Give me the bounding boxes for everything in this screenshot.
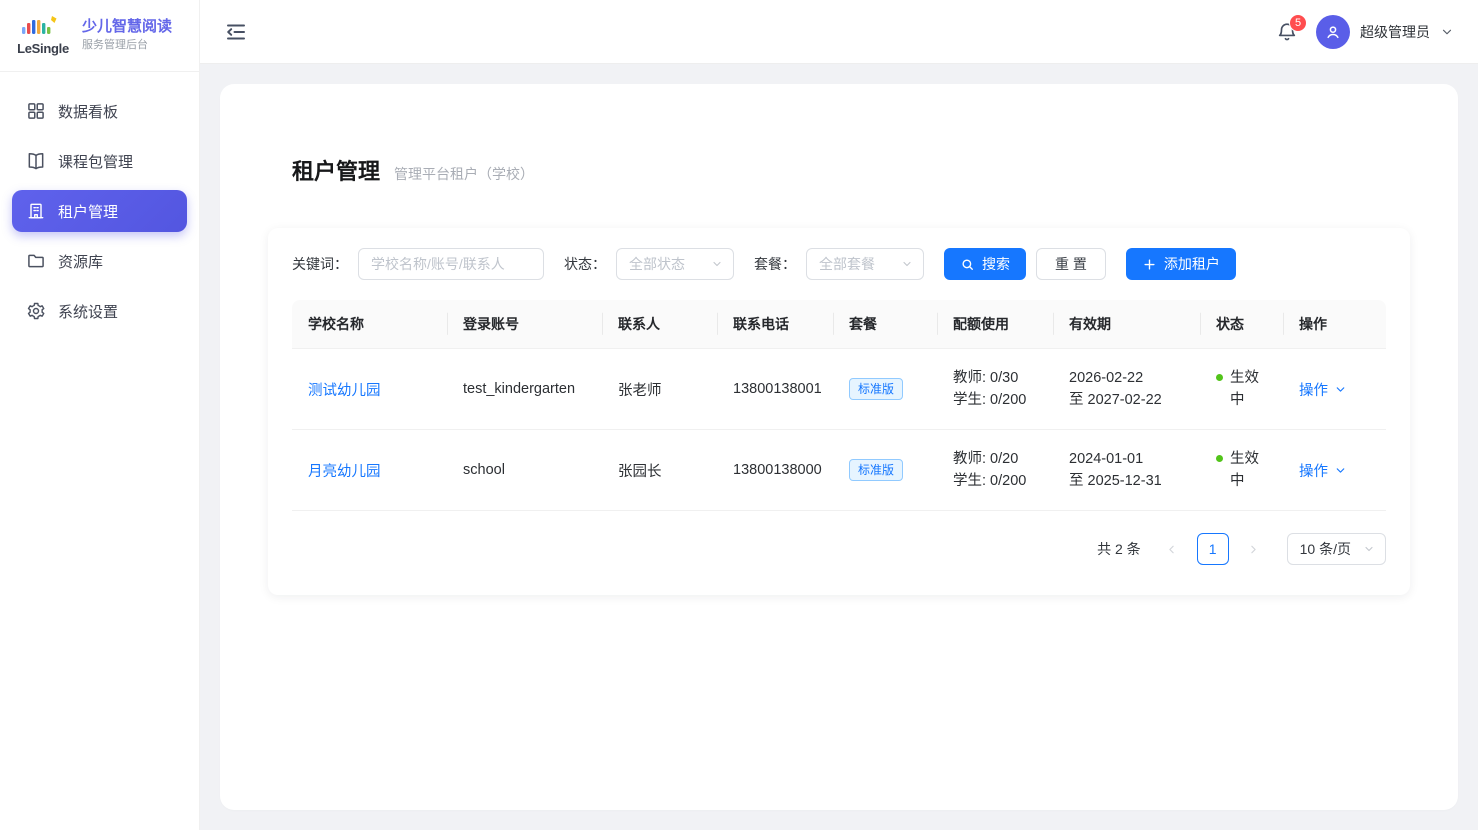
main-content: 租户管理 管理平台租户（学校） 关键词： 状态： 全部状态 套餐： [200, 64, 1478, 830]
quota-cell: 教师: 0/30 学生: 0/200 [937, 349, 1053, 430]
sidebar-item-label: 课程包管理 [58, 151, 133, 172]
table-row: 月亮幼儿园 school 张园长 13800138000 标准版 教师: 0/2… [292, 430, 1386, 511]
avatar [1316, 15, 1350, 49]
chevron-down-icon [1334, 464, 1347, 477]
contact-cell: 张园长 [602, 430, 717, 511]
phone-cell: 13800138001 [717, 349, 833, 430]
col-quota: 配额使用 [937, 300, 1053, 349]
col-school-name: 学校名称 [292, 300, 447, 349]
sidebar-item-label: 数据看板 [58, 101, 118, 122]
sidebar-item-tenants[interactable]: 租户管理 [12, 190, 187, 232]
chevron-down-icon [711, 258, 723, 270]
status-cell: 生效中 [1200, 430, 1283, 511]
pagination-total: 共 2 条 [1097, 539, 1141, 559]
sidebar-item-dashboard[interactable]: 数据看板 [12, 90, 187, 132]
quota-cell: 教师: 0/20 学生: 0/200 [937, 430, 1053, 511]
pagination-next-icon[interactable] [1239, 534, 1269, 564]
chevron-down-icon [901, 258, 913, 270]
plan-label: 套餐： [754, 254, 796, 274]
status-select[interactable]: 全部状态 [616, 248, 734, 280]
row-actions-dropdown[interactable]: 操作 [1299, 379, 1347, 400]
brand-block: LeSingle 少儿智慧阅读 服务管理后台 [0, 0, 199, 72]
page-subtitle: 管理平台租户（学校） [394, 164, 534, 184]
page-size-value: 10 条/页 [1300, 539, 1351, 559]
page-size-select[interactable]: 10 条/页 [1287, 533, 1386, 565]
reset-button[interactable]: 重 置 [1036, 248, 1106, 280]
plan-select[interactable]: 全部套餐 [806, 248, 924, 280]
status-dot [1216, 374, 1223, 381]
plan-select-value: 全部套餐 [819, 254, 875, 274]
col-actions: 操作 [1283, 300, 1386, 349]
col-login-account: 登录账号 [447, 300, 602, 349]
tenant-table: 学校名称 登录账号 联系人 联系电话 套餐 配额使用 有效期 状态 操作 [292, 300, 1386, 511]
brand-title: 少儿智慧阅读 [82, 18, 172, 37]
sidebar-menu: 数据看板 课程包管理 租户管理 [0, 72, 199, 350]
dashboard-icon [26, 101, 46, 121]
page-card: 租户管理 管理平台租户（学校） 关键词： 状态： 全部状态 套餐： [220, 84, 1458, 810]
keyword-input[interactable] [358, 248, 544, 280]
resource-folder-icon [26, 251, 46, 271]
filter-bar: 关键词： 状态： 全部状态 套餐： 全部套餐 [292, 248, 1386, 280]
table-header-row: 学校名称 登录账号 联系人 联系电话 套餐 配额使用 有效期 状态 操作 [292, 300, 1386, 349]
status-label: 状态： [564, 254, 606, 274]
sidebar-item-course-packages[interactable]: 课程包管理 [12, 140, 187, 182]
top-header: 5 超级管理员 [200, 0, 1478, 64]
status-dot [1216, 455, 1223, 462]
col-contact: 联系人 [602, 300, 717, 349]
col-plan: 套餐 [833, 300, 937, 349]
menu-fold-icon[interactable] [224, 20, 248, 44]
validity-cell: 2024-01-01 至 2025-12-31 [1053, 430, 1200, 511]
brand-subtitle: 服务管理后台 [82, 39, 172, 53]
row-actions-dropdown[interactable]: 操作 [1299, 460, 1347, 481]
page-title: 租户管理 [292, 154, 380, 186]
chevron-down-icon [1334, 383, 1347, 396]
pagination: 共 2 条 1 10 条/页 [292, 511, 1386, 579]
status-select-value: 全部状态 [629, 254, 685, 274]
account-cell: test_kindergarten [447, 349, 602, 430]
notification-bell-icon[interactable]: 5 [1276, 21, 1298, 43]
status-badge: 生效中 [1230, 448, 1262, 492]
status-badge: 生效中 [1230, 367, 1262, 411]
user-name: 超级管理员 [1360, 22, 1430, 42]
search-button[interactable]: 搜索 [944, 248, 1026, 280]
tenant-building-icon [26, 201, 46, 221]
pagination-page-1[interactable]: 1 [1197, 533, 1229, 565]
col-validity: 有效期 [1053, 300, 1200, 349]
contact-cell: 张老师 [602, 349, 717, 430]
tenant-panel: 关键词： 状态： 全部状态 套餐： 全部套餐 [268, 228, 1410, 595]
keyword-label: 关键词： [292, 254, 348, 274]
phone-cell: 13800138000 [717, 430, 833, 511]
sidebar-item-label: 资源库 [58, 251, 103, 272]
settings-gear-icon [26, 301, 46, 321]
chevron-down-icon [1363, 543, 1375, 555]
plus-icon [1142, 257, 1157, 272]
sidebar-item-settings[interactable]: 系统设置 [12, 290, 187, 332]
search-icon [960, 257, 975, 272]
col-status: 状态 [1200, 300, 1283, 349]
lesingle-bars-logo: LeSingle [14, 15, 72, 56]
tenant-table-wrap: 学校名称 登录账号 联系人 联系电话 套餐 配额使用 有效期 状态 操作 [292, 300, 1386, 579]
validity-cell: 2026-02-22 至 2027-02-22 [1053, 349, 1200, 430]
sidebar-item-label: 系统设置 [58, 301, 118, 322]
school-name-link[interactable]: 测试幼儿园 [308, 383, 381, 399]
account-cell: school [447, 430, 602, 511]
sidebar-item-label: 租户管理 [58, 201, 118, 222]
chevron-down-icon [1440, 25, 1454, 39]
user-menu[interactable]: 超级管理员 [1316, 15, 1454, 49]
pagination-prev-icon[interactable] [1157, 534, 1187, 564]
plan-tag: 标准版 [849, 378, 903, 400]
brand-logo-text: LeSingle [14, 41, 72, 56]
add-tenant-button[interactable]: 添加租户 [1126, 248, 1236, 280]
notification-badge: 5 [1289, 14, 1307, 32]
sidebar-item-resources[interactable]: 资源库 [12, 240, 187, 282]
status-cell: 生效中 [1200, 349, 1283, 430]
plan-tag: 标准版 [849, 459, 903, 481]
school-name-link[interactable]: 月亮幼儿园 [308, 464, 381, 480]
col-phone: 联系电话 [717, 300, 833, 349]
course-package-icon [26, 151, 46, 171]
table-row: 测试幼儿园 test_kindergarten 张老师 13800138001 … [292, 349, 1386, 430]
sidebar: LeSingle 少儿智慧阅读 服务管理后台 数据看板 课程 [0, 0, 200, 830]
